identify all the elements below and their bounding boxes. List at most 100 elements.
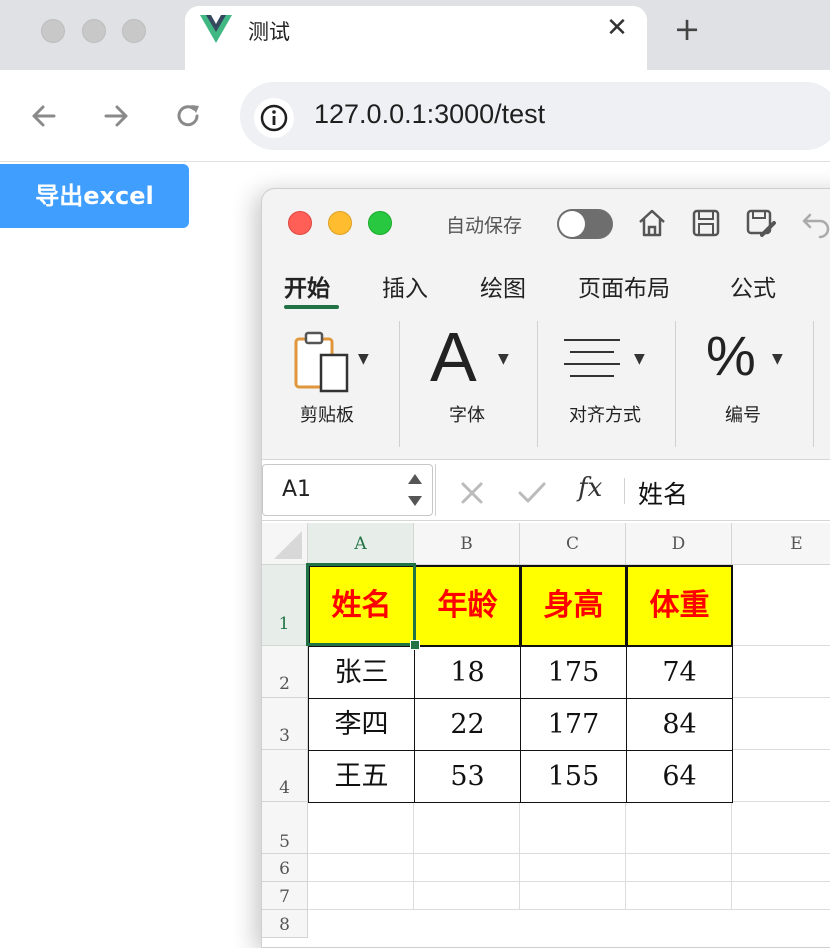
cell-e3[interactable] xyxy=(732,698,830,750)
table-cell[interactable]: 18 xyxy=(414,646,521,699)
cell-b5[interactable] xyxy=(414,802,520,854)
excel-close-dot[interactable] xyxy=(288,211,312,235)
fill-handle[interactable] xyxy=(410,640,420,650)
name-box-stepper-icon[interactable] xyxy=(406,470,424,510)
group-alignment-label: 对齐方式 xyxy=(569,405,641,426)
cell-a5[interactable] xyxy=(308,802,414,854)
group-divider xyxy=(399,321,400,447)
column-header-c[interactable]: C xyxy=(520,523,626,565)
cell-a7[interactable] xyxy=(308,882,414,910)
number-chevron-down-icon[interactable]: ▼ xyxy=(772,351,783,367)
header-cell-age[interactable]: 年龄 xyxy=(414,565,521,647)
formula-divider xyxy=(435,464,436,516)
select-all-corner[interactable] xyxy=(262,523,308,565)
home-icon[interactable] xyxy=(634,205,670,241)
table-cell[interactable]: 李四 xyxy=(308,698,415,751)
table-cell[interactable]: 64 xyxy=(626,750,733,803)
cell-e7[interactable] xyxy=(732,882,830,910)
ribbon-tab-insert[interactable]: 插入 xyxy=(382,269,428,303)
confirm-check-icon[interactable] xyxy=(516,479,548,507)
save-as-icon[interactable] xyxy=(742,205,778,241)
cell-e4[interactable] xyxy=(732,750,830,802)
cell-c7[interactable] xyxy=(520,882,626,910)
column-header-b[interactable]: B xyxy=(414,523,520,565)
clipboard-icon[interactable] xyxy=(294,329,352,393)
export-excel-button[interactable]: 导出excel xyxy=(0,164,189,228)
tab-title: 测试 xyxy=(248,20,290,44)
cell-b6[interactable] xyxy=(414,854,520,882)
column-header-a[interactable]: A xyxy=(308,523,414,565)
excel-window: 自动保存 开始 插入 绘图 页面布局 公式 ▼ 剪贴板 A ▼ 字体 ▼ 对齐方… xyxy=(261,188,830,948)
table-cell[interactable]: 53 xyxy=(414,750,521,803)
cell-d5[interactable] xyxy=(626,802,732,854)
undo-icon[interactable] xyxy=(798,205,830,241)
reload-icon[interactable] xyxy=(170,96,206,136)
ribbon-tab-page-layout[interactable]: 页面布局 xyxy=(578,269,670,303)
cell-d7[interactable] xyxy=(626,882,732,910)
group-divider xyxy=(537,321,538,447)
align-chevron-down-icon[interactable]: ▼ xyxy=(634,351,645,367)
cell-e1[interactable] xyxy=(732,565,830,646)
save-icon[interactable] xyxy=(688,205,724,241)
row-header-7[interactable]: 7 xyxy=(262,882,308,910)
cell-e6[interactable] xyxy=(732,854,830,882)
info-icon xyxy=(260,104,288,132)
window-zoom-dot[interactable] xyxy=(122,19,146,43)
group-divider xyxy=(813,321,814,447)
cell-e5[interactable] xyxy=(732,802,830,854)
window-close-dot[interactable] xyxy=(41,19,65,43)
table-cell[interactable]: 22 xyxy=(414,698,521,751)
table-cell[interactable]: 155 xyxy=(520,750,627,803)
autosave-label: 自动保存 xyxy=(446,215,523,237)
group-clipboard-label: 剪贴板 xyxy=(300,405,354,426)
toggle-knob xyxy=(559,211,585,237)
header-cell-height[interactable]: 身高 xyxy=(520,565,627,647)
formula-divider xyxy=(624,478,625,504)
column-header-d[interactable]: D xyxy=(626,523,732,565)
header-cell-weight[interactable]: 体重 xyxy=(626,565,733,647)
ribbon-tab-home[interactable]: 开始 xyxy=(284,269,330,303)
name-box-value: A1 xyxy=(282,477,312,502)
row-header-2[interactable]: 2 xyxy=(262,646,308,698)
forward-arrow-icon[interactable] xyxy=(98,96,134,136)
active-tab-underline xyxy=(284,305,339,309)
align-lines-icon[interactable] xyxy=(564,337,624,383)
window-minimize-dot[interactable] xyxy=(82,19,106,43)
table-cell[interactable]: 王五 xyxy=(308,750,415,803)
url-text: 127.0.0.1:3000/test xyxy=(314,99,546,129)
clipboard-chevron-down-icon[interactable]: ▼ xyxy=(358,351,369,367)
table-cell[interactable]: 84 xyxy=(626,698,733,751)
font-a-icon[interactable]: A xyxy=(430,321,477,393)
row-header-8[interactable]: 8 xyxy=(262,910,308,938)
row-header-5[interactable]: 5 xyxy=(262,802,308,854)
back-arrow-icon[interactable] xyxy=(26,96,62,136)
row-header-3[interactable]: 3 xyxy=(262,698,308,750)
table-cell[interactable]: 175 xyxy=(520,646,627,699)
cell-a6[interactable] xyxy=(308,854,414,882)
table-cell[interactable]: 张三 xyxy=(308,646,415,699)
new-tab-icon[interactable]: + xyxy=(672,13,702,45)
font-chevron-down-icon[interactable]: ▼ xyxy=(498,351,509,367)
column-header-e[interactable]: E xyxy=(732,523,830,565)
percent-icon[interactable]: % xyxy=(706,323,756,389)
excel-zoom-dot[interactable] xyxy=(368,211,392,235)
tab-close-icon[interactable]: ✕ xyxy=(603,14,631,42)
table-cell[interactable]: 74 xyxy=(626,646,733,699)
function-fx-icon[interactable]: fx xyxy=(578,473,602,503)
group-divider xyxy=(675,321,676,447)
cell-b7[interactable] xyxy=(414,882,520,910)
excel-minimize-dot[interactable] xyxy=(328,211,352,235)
row-header-4[interactable]: 4 xyxy=(262,750,308,802)
cell-c6[interactable] xyxy=(520,854,626,882)
ribbon-tab-formulas[interactable]: 公式 xyxy=(730,269,776,303)
table-cell[interactable]: 177 xyxy=(520,698,627,751)
active-cell-selection xyxy=(306,563,416,646)
formula-input[interactable]: 姓名 xyxy=(638,475,688,511)
cancel-x-icon[interactable] xyxy=(458,479,486,507)
ribbon-tab-draw[interactable]: 绘图 xyxy=(480,269,526,303)
cell-e2[interactable] xyxy=(732,646,830,698)
row-header-6[interactable]: 6 xyxy=(262,854,308,882)
cell-c5[interactable] xyxy=(520,802,626,854)
cell-d6[interactable] xyxy=(626,854,732,882)
row-header-1[interactable]: 1 xyxy=(262,565,308,646)
